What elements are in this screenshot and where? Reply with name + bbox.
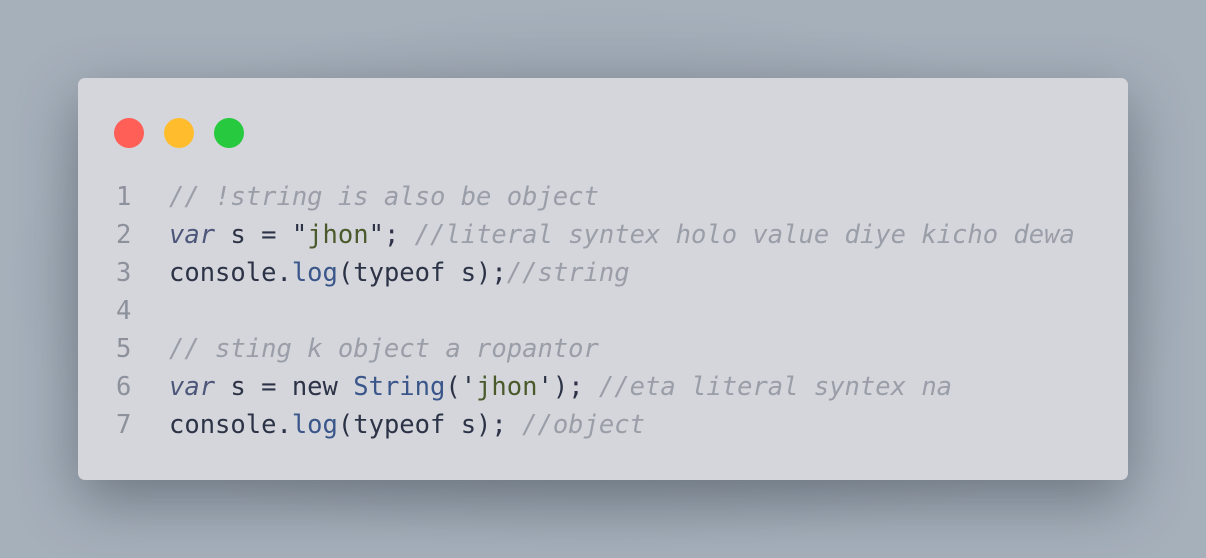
line-number: 7 <box>116 410 132 440</box>
code-token-plain: (typeof s); <box>337 258 507 288</box>
code-token-plain: (typeof s); <box>337 410 523 440</box>
line-content: // sting k object a ropantor <box>169 330 599 368</box>
minimize-dot[interactable] <box>164 118 194 148</box>
code-line: 2 var s = "jhon"; //literal syntex holo v… <box>112 216 1075 254</box>
code-line: 1 // !string is also be object <box>112 178 1075 216</box>
code-token-plain: console. <box>169 258 292 288</box>
line-number: 3 <box>116 258 132 288</box>
line-number: 4 <box>116 296 132 326</box>
code-line: 5 // sting k object a ropantor <box>112 330 1075 368</box>
code-token-comment: //eta literal syntex na <box>598 372 953 402</box>
code-block: 1// !string is also be object 2 var s = "j… <box>112 178 1075 444</box>
code-line: 6 var s = new String('jhon'); //eta liter… <box>112 368 1075 406</box>
window-controls <box>114 118 244 148</box>
line-content: console.log(typeof s); //object <box>169 406 645 444</box>
code-token-plain: "; <box>368 220 415 250</box>
code-line: 4 <box>112 292 1075 330</box>
line-number: 6 <box>116 372 132 402</box>
code-token-kw: var <box>169 220 216 250</box>
code-token-plain: (' <box>445 372 477 402</box>
code-token-kw: var <box>169 372 216 402</box>
line-content: console.log(typeof s);//string <box>169 254 630 292</box>
code-token-comment: //literal syntex holo value diye kicho d… <box>414 220 1075 250</box>
code-token-str: jhon <box>476 372 538 402</box>
code-token-comment: // !string is also be object <box>169 182 599 212</box>
code-token-str: jhon <box>307 220 369 250</box>
close-dot[interactable] <box>114 118 144 148</box>
code-token-comment: //object <box>522 410 645 440</box>
line-content: // !string is also be object <box>169 178 599 216</box>
line-content: var s = "jhon"; //literal syntex holo va… <box>169 216 1075 254</box>
code-token-plain: s = new <box>215 372 354 402</box>
code-token-comment: // sting k object a ropantor <box>169 334 599 364</box>
code-token-cls: String <box>353 372 446 402</box>
line-number: 2 <box>116 220 132 250</box>
code-token-fn: log <box>291 258 338 288</box>
code-token-fn: log <box>291 410 338 440</box>
line-number: 1 <box>116 182 132 212</box>
code-token-plain: s = " <box>215 220 308 250</box>
code-line: 3 console.log(typeof s);//string <box>112 254 1075 292</box>
code-token-plain: '); <box>537 372 599 402</box>
code-window: 1// !string is also be object 2 var s = "j… <box>78 78 1128 480</box>
line-content: var s = new String('jhon'); //eta litera… <box>169 368 952 406</box>
code-token-comment: //string <box>506 258 630 288</box>
code-line: 7 console.log(typeof s); //object <box>112 406 1075 444</box>
maximize-dot[interactable] <box>214 118 244 148</box>
line-number: 5 <box>116 334 132 364</box>
code-token-plain: console. <box>169 410 292 440</box>
